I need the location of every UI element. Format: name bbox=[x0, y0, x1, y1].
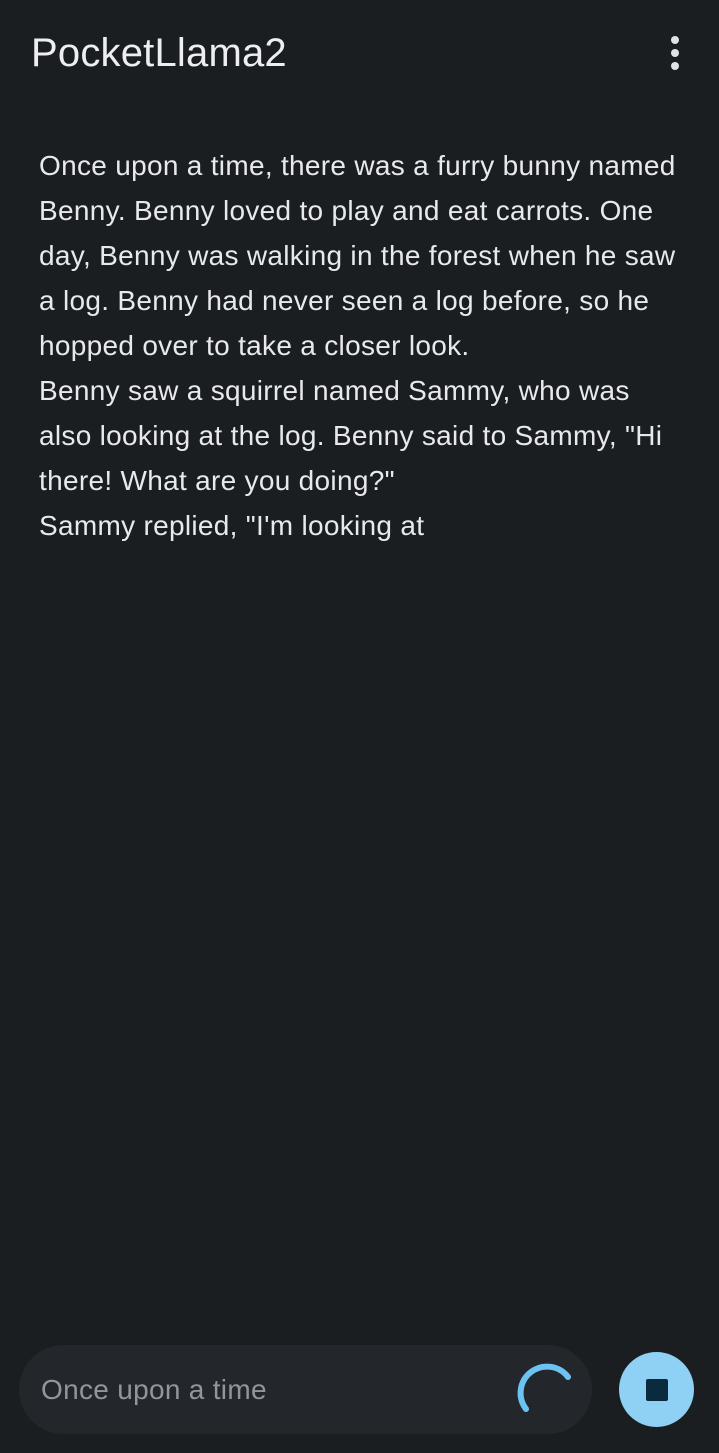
more-vert-icon-dot bbox=[671, 62, 679, 70]
app-screen: PocketLlama2 Once upon a time, there was… bbox=[0, 0, 719, 1453]
app-title: PocketLlama2 bbox=[31, 31, 287, 75]
more-vert-icon-dot bbox=[671, 49, 679, 57]
prompt-input-bar bbox=[19, 1345, 592, 1434]
prompt-input[interactable] bbox=[41, 1345, 501, 1434]
stop-generation-button[interactable] bbox=[619, 1352, 694, 1427]
generated-story-text: Once upon a time, there was a furry bunn… bbox=[39, 150, 676, 541]
more-vert-icon-dot bbox=[671, 36, 679, 44]
loading-spinner-icon bbox=[517, 1363, 571, 1412]
stop-icon bbox=[645, 1378, 668, 1401]
app-bar: PocketLlama2 bbox=[0, 0, 719, 106]
more-options-button[interactable] bbox=[650, 26, 700, 80]
